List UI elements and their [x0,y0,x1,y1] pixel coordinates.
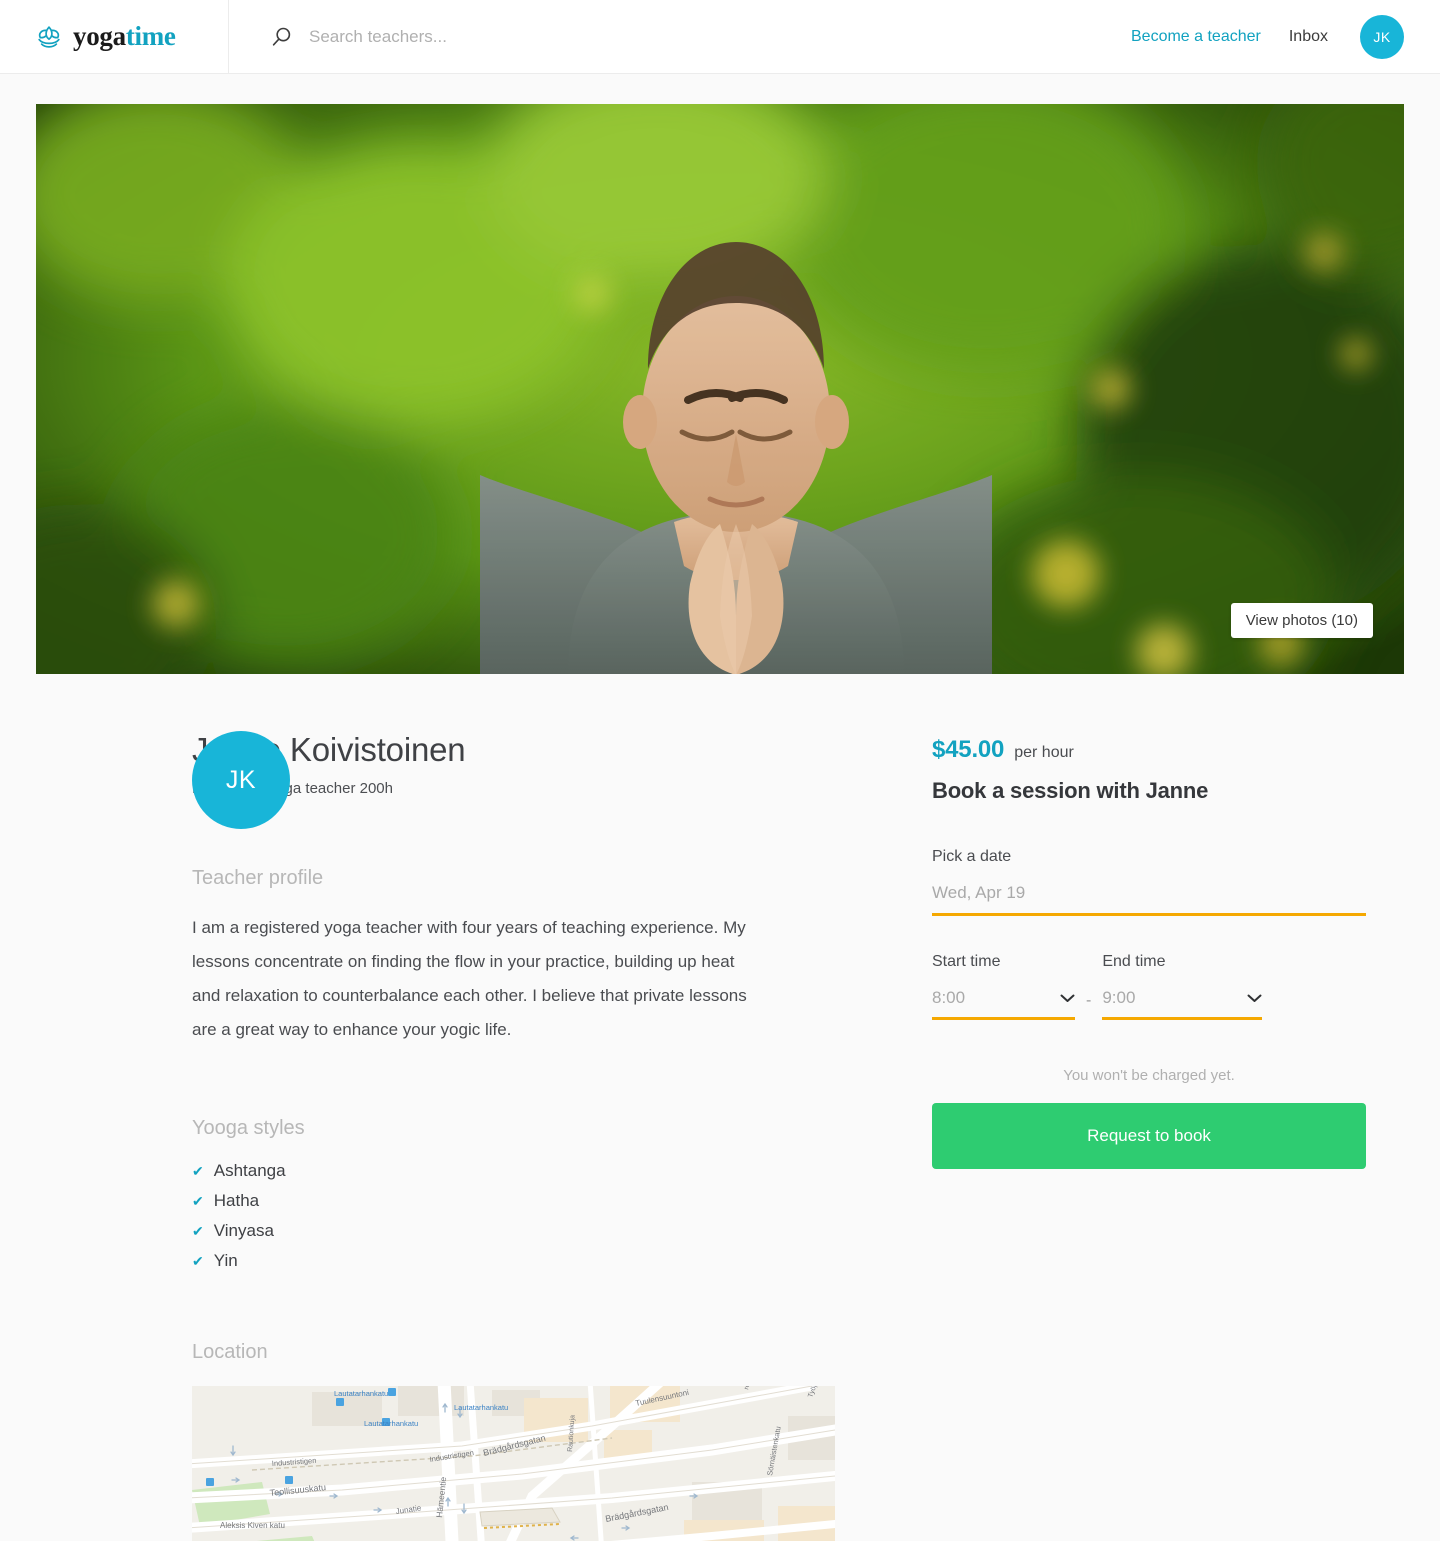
yoga-style-label: Ashtanga [213,1161,286,1181]
check-icon: ✔ [192,1193,204,1210]
section-heading-location: Location [192,1341,268,1364]
booking-heading: Book a session with Janne [932,778,1209,803]
svg-text:Lautatarhankatu: Lautatarhankatu [364,1419,418,1428]
hero-section: View photos (10) JK [0,104,1440,829]
list-item: ✔ Vinyasa [192,1221,766,1241]
date-field-label: Pick a date [932,848,1012,865]
list-item: ✔ Hatha [192,1191,766,1211]
list-item: ✔ Yin [192,1251,766,1271]
brand-word-yoga: yoga [73,21,126,51]
section-heading-teacher-profile: Teacher profile [192,867,324,890]
profile-avatar[interactable]: JK [192,731,290,829]
list-item: ✔ Ashtanga [192,1161,766,1181]
booking-panel: $45.00 per hour Book a session with Jann… [766,732,1366,1541]
brand-word-time: time [125,21,176,51]
date-field-group: Pick a date [932,848,1366,916]
check-icon: ✔ [192,1253,204,1270]
brand-wordmark: yogatime [73,23,176,50]
search-input[interactable] [309,26,869,47]
start-time-select[interactable]: 8:00 [932,988,1075,1020]
nav-link-inbox[interactable]: Inbox [1289,28,1328,46]
svg-text:Lautatarhankatu: Lautatarhankatu [334,1389,388,1398]
time-range-row: Start time 8:00 - End time 9:00 [932,953,1366,1020]
start-time-value: 8:00 [932,988,966,1007]
yoga-style-label: Yin [213,1251,238,1271]
start-time-label: Start time [932,953,1001,970]
yoga-styles-list: ✔ Ashtanga ✔ Hatha ✔ Vinyasa ✔ Yin [192,1161,766,1271]
chevron-down-icon [1247,994,1262,1002]
date-input[interactable] [932,883,1366,916]
charge-disclaimer: You won't be charged yet. [1063,1067,1235,1084]
check-icon: ✔ [192,1163,204,1180]
start-time-group: Start time 8:00 [932,953,1075,1020]
chevron-down-icon [1060,994,1075,1002]
yoga-style-label: Hatha [213,1191,260,1211]
end-time-value: 9:00 [1102,988,1136,1007]
end-time-select[interactable]: 9:00 [1102,988,1263,1020]
end-time-label: End time [1102,953,1166,970]
teacher-hero-photo [36,104,1404,674]
lotus-icon [38,25,60,48]
brand-logo[interactable]: yogatime [0,0,229,73]
price-amount: $45.00 [932,736,1005,763]
yoga-style-label: Vinyasa [213,1221,274,1241]
teacher-bio-text: I am a registered yoga teacher with four… [192,918,747,1040]
search-area [229,0,1131,73]
location-map[interactable]: Lautatarhankatu Lautatarhankatu Lautatar… [192,1386,835,1541]
check-icon: ✔ [192,1223,204,1240]
end-time-group: End time 9:00 [1102,953,1263,1020]
top-navigation-bar: yogatime Become a teacher Inbox JK [0,0,1440,74]
search-icon[interactable] [271,26,293,48]
price-unit: per hour [1014,744,1074,761]
request-to-book-button[interactable]: Request to book [932,1103,1366,1169]
price-row: $45.00 per hour [932,736,1366,764]
section-heading-yoga-styles: Yooga styles [192,1117,305,1140]
time-range-separator: - [1086,992,1092,1009]
nav-link-become-a-teacher[interactable]: Become a teacher [1131,28,1261,46]
map-graphic: Lautatarhankatu Lautatarhankatu Lautatar… [192,1386,835,1541]
hero-image-container[interactable]: View photos (10) [36,104,1404,674]
header-nav: Become a teacher Inbox JK [1131,0,1440,73]
header-avatar[interactable]: JK [1360,14,1404,59]
svg-text:Lautatarhankatu: Lautatarhankatu [454,1403,508,1412]
svg-text:Aleksis Kiven katu: Aleksis Kiven katu [220,1521,285,1530]
main-content: Janne Koivistoinen Registered yoga teach… [0,731,1440,1541]
view-photos-button[interactable]: View photos (10) [1230,603,1373,638]
profile-column: Janne Koivistoinen Registered yoga teach… [36,731,835,1541]
